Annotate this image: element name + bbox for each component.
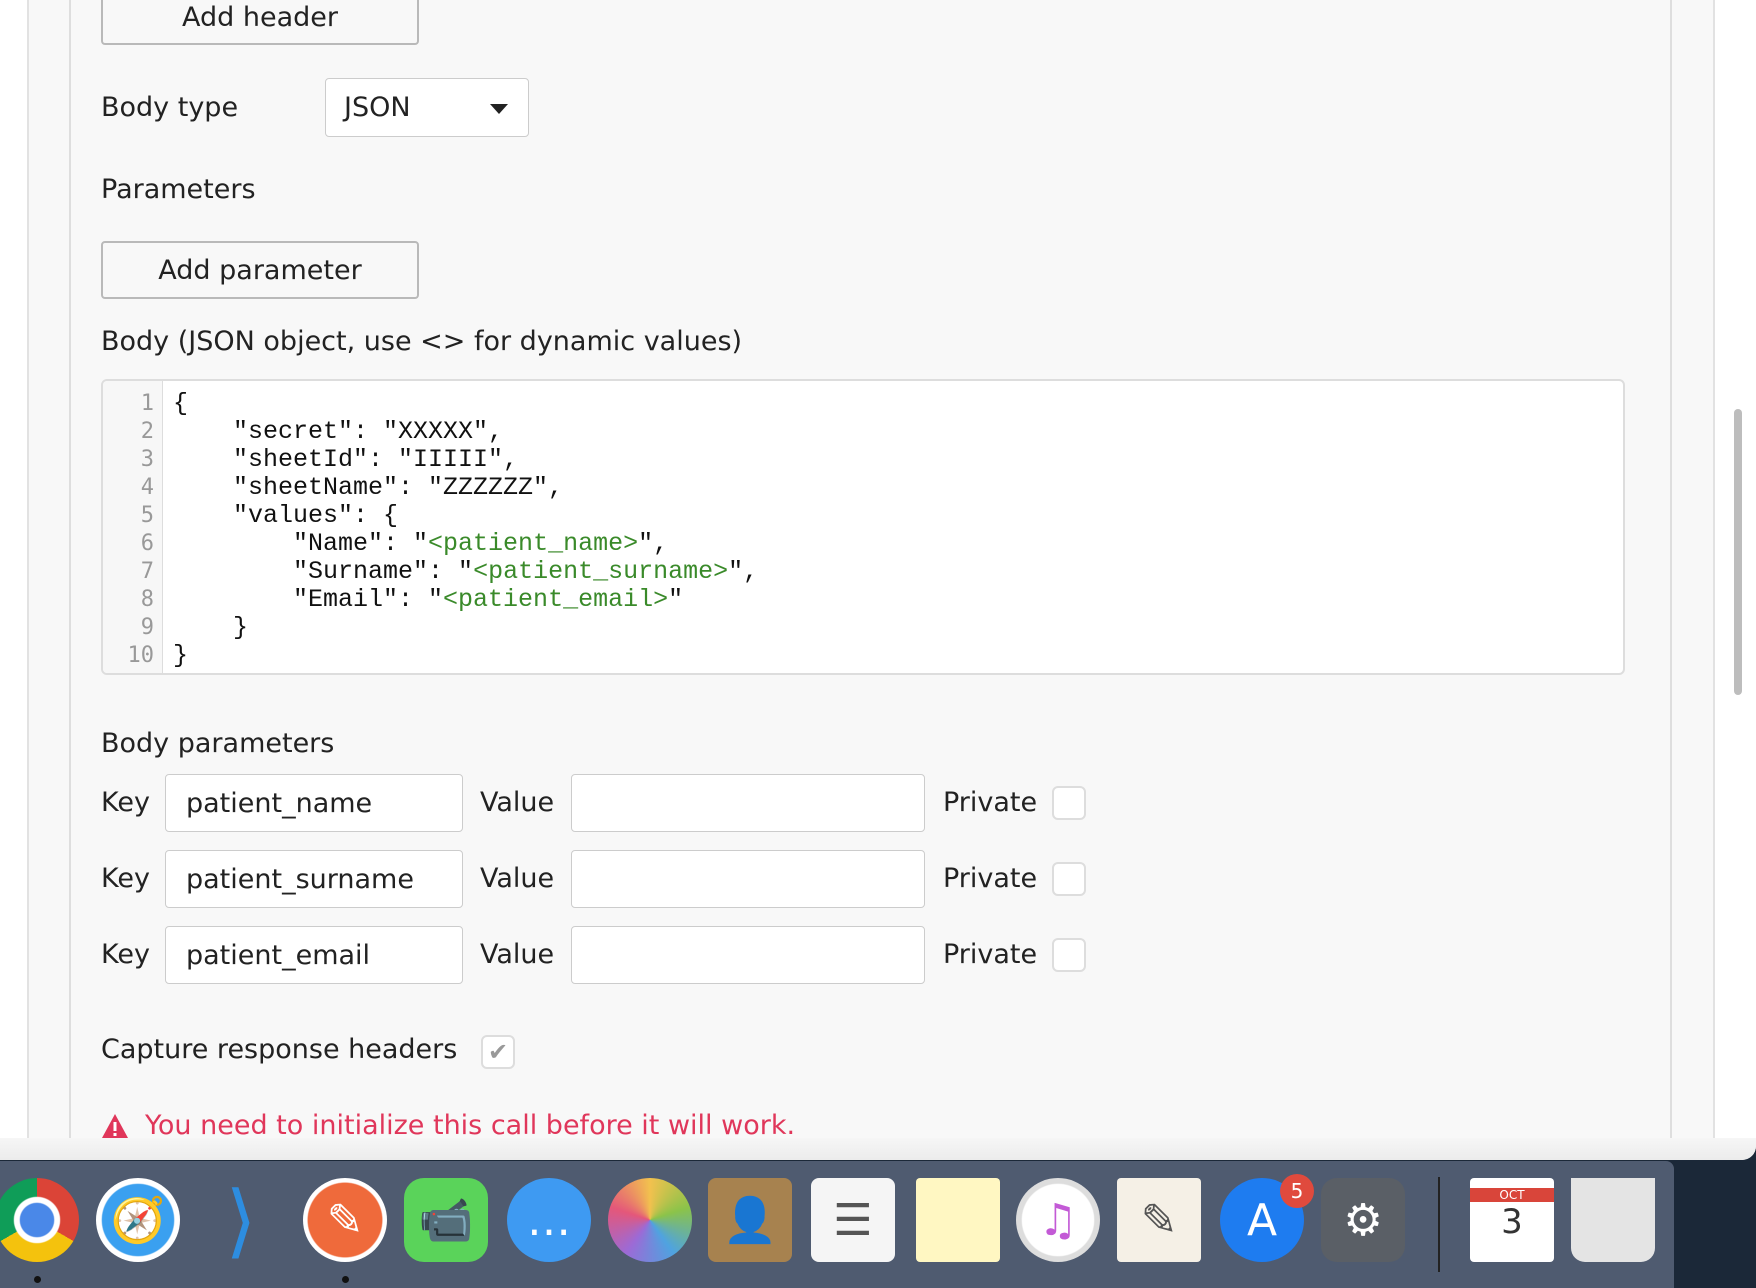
code-dyn: <patient_email> [443, 585, 669, 614]
key-label: Key [101, 863, 150, 894]
calendar-day: 3 [1501, 1202, 1523, 1242]
dock-pages-icon[interactable]: ✎ [1117, 1178, 1201, 1262]
code-pre: "secret": "XXXXX", [173, 417, 504, 446]
private-checkbox[interactable] [1052, 938, 1086, 972]
code-pre: { [173, 389, 189, 418]
line-number: 1 [140, 391, 154, 416]
private-checkbox[interactable] [1052, 862, 1086, 896]
calendar-month: OCT [1470, 1188, 1554, 1202]
code-pre: "Surname": " [173, 557, 474, 586]
line-number: 10 [127, 643, 155, 668]
code-pre: } [173, 641, 189, 670]
code-line: "secret": "XXXXX", [173, 417, 503, 446]
dock-postman-icon[interactable]: ✎ [303, 1178, 387, 1262]
line-number: 4 [140, 475, 154, 500]
code-line: "Surname": "<patient_surname>", [173, 557, 758, 586]
private-label: Private [943, 787, 1038, 818]
key-input[interactable]: patient_name [165, 774, 463, 832]
value-label: Value [480, 863, 555, 894]
add-parameter-button[interactable]: Add parameter [101, 241, 419, 299]
line-number: 3 [140, 447, 154, 472]
dock-trash-icon[interactable] [1571, 1178, 1655, 1262]
line-number: 6 [140, 531, 154, 556]
code-pre: } [173, 613, 249, 642]
code-line: } [173, 641, 188, 670]
key-input[interactable]: patient_email [165, 926, 463, 984]
notification-badge: 5 [1280, 1174, 1314, 1208]
line-number-gutter: 1 2 3 4 5 6 7 8 9 10 [103, 381, 163, 673]
code-line: } [173, 613, 248, 642]
body-label: Body (JSON object, use <> for dynamic va… [101, 326, 743, 357]
code-line: "sheetName": "ZZZZZZ", [173, 473, 563, 502]
code-post: ", [638, 529, 669, 558]
value-label: Value [480, 787, 555, 818]
running-indicator [342, 1276, 349, 1283]
private-checkbox[interactable] [1052, 786, 1086, 820]
dock-reminders-icon[interactable]: ☰ [811, 1178, 895, 1262]
dock-contacts-icon[interactable]: 👤 [708, 1178, 792, 1262]
dock-notes-icon[interactable] [916, 1178, 1000, 1262]
browser-window: Add header Body type JSON Parameters Add… [0, 0, 1756, 1160]
code-line: "sheetId": "IIIII", [173, 445, 518, 474]
window-bottom-edge [0, 1138, 1756, 1160]
code-line: "Email": "<patient_email>" [173, 585, 683, 614]
code-pre: "sheetId": "IIIII", [173, 445, 519, 474]
code-dyn: <patient_name> [428, 529, 639, 558]
value-input[interactable] [571, 774, 925, 832]
body-type-label: Body type [101, 92, 239, 123]
body-parameters-label: Body parameters [101, 728, 335, 759]
dock-itunes-icon[interactable]: ♫ [1016, 1178, 1100, 1262]
line-number: 5 [140, 503, 154, 528]
error-text: You need to initialize this call before … [145, 1110, 796, 1141]
value-label: Value [480, 939, 555, 970]
parameters-label: Parameters [101, 174, 256, 205]
code-pre: "sheetName": "ZZZZZZ", [173, 473, 564, 502]
code-pre: "values": { [173, 501, 399, 530]
line-number: 9 [140, 615, 154, 640]
value-input[interactable] [571, 926, 925, 984]
code-line: "values": { [173, 501, 398, 530]
code-line: "Name": "<patient_name>", [173, 529, 668, 558]
body-type-select[interactable]: JSON [325, 78, 529, 137]
dock-separator [1438, 1177, 1440, 1272]
dock-messages-icon[interactable]: … [507, 1178, 591, 1262]
code-line: { [173, 389, 188, 418]
dock-system-preferences-icon[interactable]: ⚙ [1321, 1178, 1405, 1262]
dock-facetime-icon[interactable]: 📹 [404, 1178, 488, 1262]
dock-calendar-file-icon[interactable]: OCT 3 [1470, 1178, 1554, 1262]
scrollbar[interactable] [1734, 409, 1742, 695]
value-input[interactable] [571, 850, 925, 908]
line-number: 7 [140, 559, 154, 584]
warning-icon [102, 1113, 128, 1138]
code-dyn: <patient_surname> [473, 557, 729, 586]
key-label: Key [101, 939, 150, 970]
key-label: Key [101, 787, 150, 818]
line-number: 2 [140, 419, 154, 444]
private-label: Private [943, 863, 1038, 894]
checkmark-icon: ✔ [487, 1038, 509, 1066]
dock-photos-icon[interactable] [608, 1178, 692, 1262]
dock-vscode-icon[interactable]: ⟩ [199, 1174, 283, 1267]
code-post: " [668, 585, 684, 614]
add-header-button[interactable]: Add header [101, 0, 419, 45]
error-message: You need to initialize this call before … [101, 1110, 795, 1141]
capture-headers-checkbox[interactable]: ✔ [481, 1035, 515, 1069]
code-pre: "Email": " [173, 585, 444, 614]
line-number: 8 [140, 587, 154, 612]
body-type-value: JSON [344, 92, 411, 123]
json-body-editor[interactable]: 1 2 3 4 5 6 7 8 9 10 { "secret": "XXXXX", "sheetI… [101, 379, 1625, 675]
code-post: ", [728, 557, 759, 586]
running-indicator [34, 1276, 41, 1283]
code-pre: "Name": " [173, 529, 429, 558]
chevron-down-icon [490, 104, 508, 114]
capture-headers-label: Capture response headers [101, 1034, 458, 1065]
private-label: Private [943, 939, 1038, 970]
dock-safari-icon[interactable]: 🧭 [96, 1178, 180, 1262]
key-input[interactable]: patient_surname [165, 850, 463, 908]
